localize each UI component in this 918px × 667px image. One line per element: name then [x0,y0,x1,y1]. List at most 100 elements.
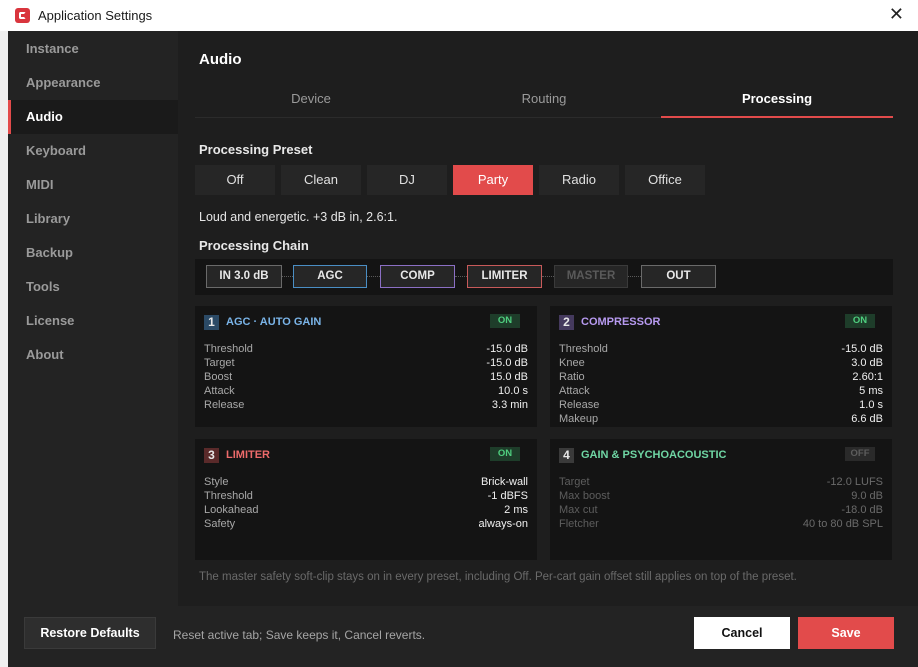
preset-radio[interactable]: Radio [539,165,619,195]
parameter-value: always-on [478,518,528,530]
parameter-value: -15.0 dB [841,343,883,355]
parameter-value: 15.0 dB [490,371,528,383]
sidebar-item-backup[interactable]: Backup [8,236,178,270]
close-icon[interactable]: ✕ [889,4,904,24]
parameter-row: Release 1.0 s [559,398,883,412]
preset-dj[interactable]: DJ [367,165,447,195]
sidebar-item-audio[interactable]: Audio [8,100,178,134]
card-parameters: Target -12.0 LUFS Max boost 9.0 dB Max cut -1… [559,475,883,531]
window-title: Application Settings [38,8,153,23]
card-enable-toggle[interactable]: ON [490,314,520,328]
processing-chain: IN 3.0 dB AGC COMP LIMITER MASTER OUT [195,259,893,295]
page-title: Audio [199,51,242,68]
parameter-name: Attack [204,385,235,397]
parameter-name: Threshold [204,343,253,355]
card-enable-toggle[interactable]: ON [845,314,875,328]
title-bar: Application Settings ✕ [0,0,918,31]
parameter-row: Lookahead 2 ms [204,503,528,517]
processor-card: 3 LIMITER ON Style Brick-wall Threshold -1 dBF… [195,439,537,560]
processor-card: 1 AGC · AUTO GAIN ON Threshold -15.0 dB Targe… [195,306,537,427]
card-title: COMPRESSOR [581,316,661,328]
parameter-value: Brick-wall [480,476,528,488]
cancel-button[interactable]: Cancel [694,617,790,649]
parameter-row: Style Brick-wall [204,475,528,489]
chain-node-master[interactable]: MASTER [554,265,628,288]
preset-office[interactable]: Office [625,165,705,195]
tab-bar: Device Routing Processing [195,86,893,118]
sidebar-item-midi[interactable]: MIDI [8,168,178,202]
card-number-badge: 2 [559,315,574,330]
parameter-name: Max cut [559,504,598,516]
parameter-name: Max boost [559,490,610,502]
parameter-row: Boost 15.0 dB [204,370,528,384]
tab-processing[interactable]: Processing [661,86,893,118]
sidebar-item-instance[interactable]: Instance [8,32,178,66]
sidebar-item-appearance[interactable]: Appearance [8,66,178,100]
parameter-value: 5 ms [859,385,883,397]
tab-routing[interactable]: Routing [428,86,660,118]
parameter-row: Target -12.0 LUFS [559,475,883,489]
parameter-value: 6.6 dB [851,413,883,425]
parameter-row: Attack 5 ms [559,384,883,398]
sidebar-item-about[interactable]: About [8,338,178,372]
chain-connector [628,276,641,277]
chain-connector [542,276,554,277]
parameter-name: Boost [204,371,233,383]
parameter-row: Makeup 6.6 dB [559,412,883,426]
parameter-name: Target [559,476,590,488]
footer-bar: Restore Defaults Reset active tab; Save … [8,606,918,667]
chain-node-agc[interactable]: AGC [293,265,367,288]
card-title: LIMITER [226,449,270,461]
chain-connector [282,276,293,277]
parameter-row: Safety always-on [204,517,528,531]
footnote: The master safety soft-clip stays on in … [199,571,797,583]
main-panel: Audio Device Routing Processing Processing… [178,31,918,606]
preset-description: Loud and energetic. +3 dB in, 2.6:1. [199,210,398,224]
sidebar-item-license[interactable]: License [8,304,178,338]
parameter-value: 3.0 dB [851,357,883,369]
parameter-value: 40 to 80 dB SPL [802,518,883,530]
chain-node-comp[interactable]: COMP [380,265,455,288]
card-number-badge: 1 [204,315,219,330]
tab-device[interactable]: Device [195,86,427,118]
card-number-badge: 4 [559,448,574,463]
parameter-value: 9.0 dB [851,490,883,502]
parameter-value: 3.3 min [491,399,528,411]
card-title: GAIN & PSYCHOACOUSTIC [581,449,727,461]
chain-node-in-3-0-db[interactable]: IN 3.0 dB [206,265,282,288]
save-button[interactable]: Save [798,617,894,649]
parameter-row: Target -15.0 dB [204,356,528,370]
parameter-name: Makeup [559,413,599,425]
footer-hint: Reset active tab; Save keeps it, Cancel … [173,628,426,642]
chain-node-out[interactable]: OUT [641,265,716,288]
settings-window: Instance Appearance Audio Keyboard MIDI Libra… [8,31,918,667]
card-number-badge: 3 [204,448,219,463]
preset-party[interactable]: Party [453,165,533,195]
sidebar-item-tools[interactable]: Tools [8,270,178,304]
card-parameters: Style Brick-wall Threshold -1 dBFS Lookahead… [204,475,528,531]
sidebar-item-library[interactable]: Library [8,202,178,236]
chain-section-label: Processing Chain [199,238,309,253]
parameter-name: Release [204,399,245,411]
chain-connector [455,276,467,277]
parameter-name: Threshold [204,490,253,502]
card-enable-toggle[interactable]: OFF [845,447,875,461]
sidebar-item-keyboard[interactable]: Keyboard [8,134,178,168]
chain-node-limiter[interactable]: LIMITER [467,265,542,288]
parameter-row: Threshold -15.0 dB [204,342,528,356]
parameter-row: Attack 10.0 s [204,384,528,398]
parameter-name: Attack [559,385,590,397]
preset-off[interactable]: Off [195,165,275,195]
restore-defaults-button[interactable]: Restore Defaults [24,617,156,649]
parameter-row: Knee 3.0 dB [559,356,883,370]
parameter-row: Threshold -15.0 dB [559,342,883,356]
parameter-value: 2.60:1 [852,371,883,383]
parameter-value: -1 dBFS [487,490,528,502]
parameter-value: -15.0 dB [486,357,528,369]
processor-card: 2 COMPRESSOR ON Threshold -15.0 dB Knee 3.0 dB… [550,306,892,427]
preset-clean[interactable]: Clean [281,165,361,195]
parameter-value: 1.0 s [859,399,883,411]
chain-connector [367,276,380,277]
card-enable-toggle[interactable]: ON [490,447,520,461]
parameter-name: Style [204,476,229,488]
